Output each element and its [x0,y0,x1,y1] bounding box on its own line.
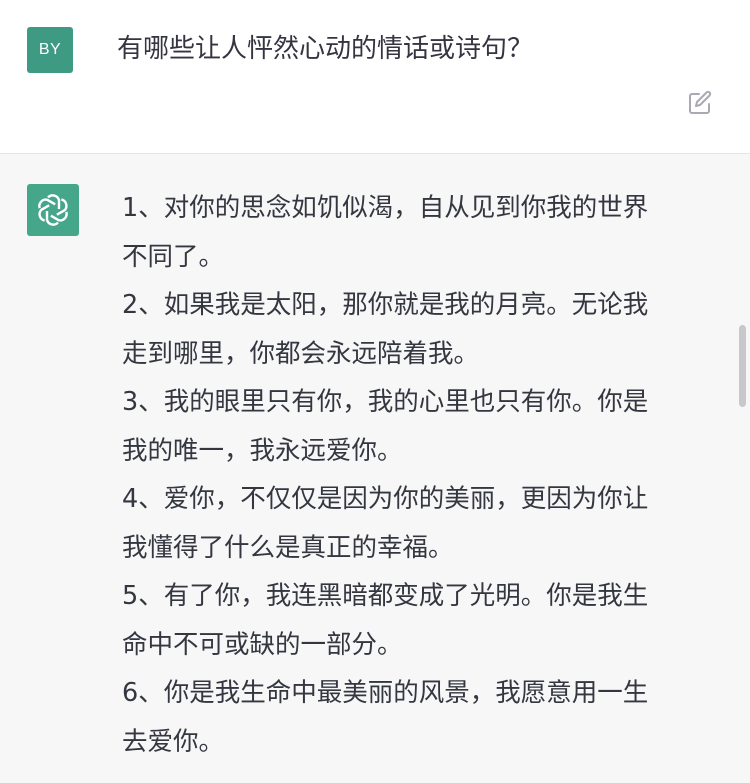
assistant-avatar [27,184,79,236]
answer-line: 1、对你的思念如饥似渴，自从见到你我的世界 [122,193,649,223]
user-message-text: 有哪些让人怦然心动的情话或诗句？ [117,34,534,64]
user-message: BY 有哪些让人怦然心动的情话或诗句？ [0,0,750,154]
user-avatar: BY [27,27,73,73]
answer-line: 去爱你。 [122,726,225,757]
answer-line: 走到哪里，你都会永远陪着我。 [122,338,480,369]
answer-line: 4、爱你，不仅仅是因为你的美丽，更因为你让 [122,484,649,514]
answer-line: 我懂得了什么是真正的幸福。 [122,532,454,563]
answer-line: 命中不可或缺的一部分。 [122,629,403,660]
assistant-answer: 1、对你的思念如饥似渴，自从见到你我的世界 不同了。 2、如果我是太阳，那你就是… [122,184,718,766]
assistant-message: 1、对你的思念如饥似渴，自从见到你我的世界 不同了。 2、如果我是太阳，那你就是… [0,154,750,783]
answer-line: 不同了。 [122,241,225,272]
answer-line: 2、如果我是太阳，那你就是我的月亮。无论我 [122,290,649,320]
scrollbar[interactable] [739,325,746,407]
answer-line: 3、我的眼里只有你，我的心里也只有你。你是 [122,387,649,417]
edit-icon[interactable] [686,89,714,117]
openai-logo-icon [38,194,68,226]
answer-line: 我的唯一，我永远爱你。 [122,435,403,466]
answer-line: 6、你是我生命中最美丽的风景，我愿意用一生 [122,678,649,708]
answer-line: 5、有了你，我连黑暗都变成了光明。你是我生 [122,581,649,611]
